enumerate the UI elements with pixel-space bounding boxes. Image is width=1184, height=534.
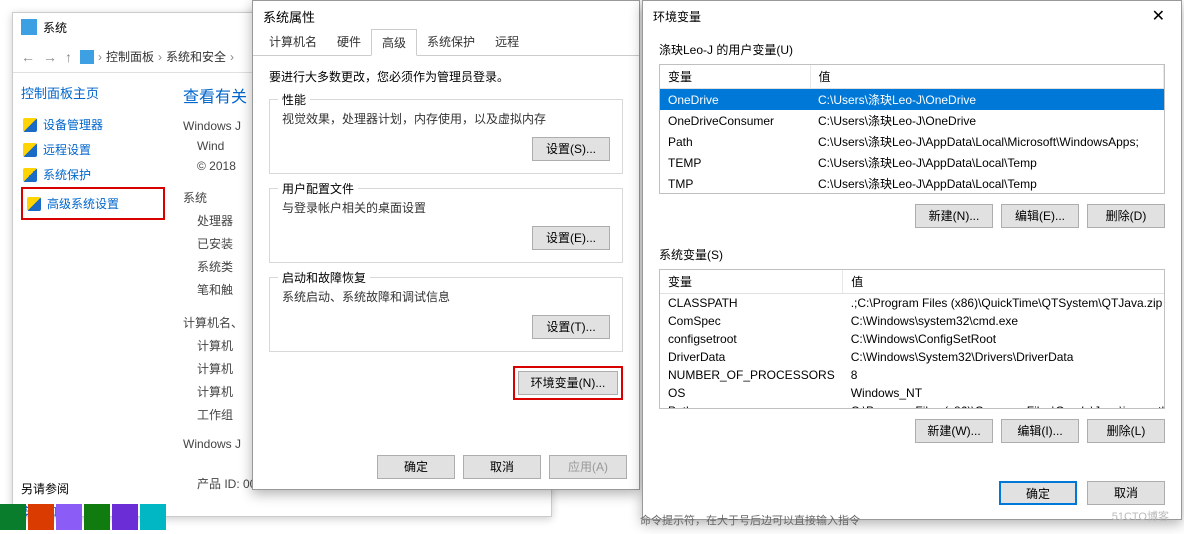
- table-row[interactable]: DriverDataC:\Windows\System32\Drivers\Dr…: [660, 348, 1165, 366]
- system-icon: [21, 19, 37, 35]
- dialog-title: 环境变量: [653, 8, 701, 25]
- table-row[interactable]: NUMBER_OF_PROCESSORS8: [660, 366, 1165, 384]
- tab-hardware[interactable]: 硬件: [327, 29, 371, 55]
- table-row[interactable]: CLASSPATH.;C:\Program Files (x86)\QuickT…: [660, 294, 1165, 313]
- startup-settings-button[interactable]: 设置(T)...: [532, 315, 610, 339]
- shield-icon: [23, 168, 37, 182]
- sidebar-item-device-manager[interactable]: 设备管理器: [21, 112, 165, 137]
- cancel-button[interactable]: 取消: [463, 455, 541, 479]
- highlight-annotation: 环境变量(N)...: [513, 366, 623, 400]
- system-variables-table[interactable]: 变量值 CLASSPATH.;C:\Program Files (x86)\Qu…: [659, 269, 1165, 409]
- window-title: 系统: [43, 19, 67, 36]
- taskbar-icon[interactable]: [0, 504, 26, 530]
- sidebar-item-advanced[interactable]: 高级系统设置: [25, 191, 161, 216]
- dialog-title[interactable]: 系统属性: [253, 1, 639, 29]
- breadcrumb-item[interactable]: 系统和安全: [166, 48, 226, 65]
- table-row[interactable]: OSWindows_NT: [660, 384, 1165, 402]
- sidebar: 控制面板主页 设备管理器 远程设置 系统保护 高级系统设置 另请参阅 安全和维护: [13, 73, 173, 534]
- table-row[interactable]: ComSpecC:\Windows\system32\cmd.exe: [660, 312, 1165, 330]
- table-row[interactable]: OneDriveConsumerC:\Users\涤玦Leo-J\OneDriv…: [660, 110, 1164, 131]
- close-icon[interactable]: ✕: [1146, 6, 1171, 26]
- shield-icon: [23, 143, 37, 157]
- system-properties-dialog: 系统属性 计算机名 硬件 高级 系统保护 远程 要进行大多数更改，您必须作为管理…: [252, 0, 640, 490]
- table-row[interactable]: TEMPC:\Users\涤玦Leo-J\AppData\Local\Temp: [660, 152, 1164, 173]
- taskbar-icon[interactable]: [84, 504, 110, 530]
- sys-edit-button[interactable]: 编辑(I)...: [1001, 419, 1079, 443]
- sidebar-item-protection[interactable]: 系统保护: [21, 162, 165, 187]
- tab-advanced[interactable]: 高级: [371, 29, 417, 56]
- ok-button[interactable]: 确定: [999, 481, 1077, 505]
- footnote: 命令提示符，在大于号后边可以直接输入指令: [640, 512, 860, 528]
- back-arrow-icon[interactable]: ←: [21, 49, 35, 65]
- forward-arrow-icon: →: [43, 49, 57, 65]
- tab-remote[interactable]: 远程: [485, 29, 529, 55]
- ok-button[interactable]: 确定: [377, 455, 455, 479]
- table-row[interactable]: PathC:\Users\涤玦Leo-J\AppData\Local\Micro…: [660, 131, 1164, 152]
- user-new-button[interactable]: 新建(N)...: [915, 204, 993, 228]
- tab-computer-name[interactable]: 计算机名: [259, 29, 327, 55]
- sidebar-title[interactable]: 控制面板主页: [21, 83, 165, 102]
- startup-recovery-group: 启动和故障恢复 系统启动、系统故障和调试信息 设置(T)...: [269, 277, 623, 352]
- table-row[interactable]: PathC:\Program Files (x86)\Common Files\…: [660, 402, 1165, 409]
- taskbar-icon[interactable]: [140, 504, 166, 530]
- admin-hint: 要进行大多数更改，您必须作为管理员登录。: [269, 68, 623, 85]
- up-arrow-icon[interactable]: ↑: [65, 49, 72, 65]
- sys-vars-label: 系统变量(S): [659, 246, 1165, 263]
- user-variables-table[interactable]: 变量值 OneDriveC:\Users\涤玦Leo-J\OneDriveOne…: [659, 64, 1165, 194]
- apply-button: 应用(A): [549, 455, 627, 479]
- tabs: 计算机名 硬件 高级 系统保护 远程: [253, 29, 639, 56]
- profile-settings-button[interactable]: 设置(E)...: [532, 226, 610, 250]
- table-row[interactable]: OneDriveC:\Users\涤玦Leo-J\OneDrive: [660, 89, 1164, 111]
- watermark: 51CTO博客: [1112, 508, 1169, 524]
- taskbar-icon[interactable]: [56, 504, 82, 530]
- breadcrumb-item[interactable]: 控制面板: [106, 48, 154, 65]
- taskbar-icon[interactable]: [112, 504, 138, 530]
- computer-icon: [80, 50, 94, 64]
- shield-icon: [27, 197, 41, 211]
- cancel-button[interactable]: 取消: [1087, 481, 1165, 505]
- sys-delete-button[interactable]: 删除(L): [1087, 419, 1165, 443]
- environment-variables-button[interactable]: 环境变量(N)...: [518, 371, 618, 395]
- table-row[interactable]: configsetrootC:\Windows\ConfigSetRoot: [660, 330, 1165, 348]
- breadcrumb[interactable]: › 控制面板 › 系统和安全 ›: [80, 48, 234, 65]
- user-vars-label: 涤玦Leo-J 的用户变量(U): [659, 41, 1165, 58]
- user-profile-group: 用户配置文件 与登录帐户相关的桌面设置 设置(E)...: [269, 188, 623, 263]
- tab-protection[interactable]: 系统保护: [417, 29, 485, 55]
- user-delete-button[interactable]: 删除(D): [1087, 204, 1165, 228]
- taskbar-icon[interactable]: [28, 504, 54, 530]
- sys-new-button[interactable]: 新建(W)...: [915, 419, 993, 443]
- highlight-annotation: 高级系统设置: [21, 187, 165, 220]
- environment-variables-dialog: 环境变量 ✕ 涤玦Leo-J 的用户变量(U) 变量值 OneDriveC:\U…: [642, 0, 1182, 520]
- table-row[interactable]: TMPC:\Users\涤玦Leo-J\AppData\Local\Temp: [660, 173, 1164, 194]
- dialog-titlebar[interactable]: 环境变量 ✕: [643, 1, 1181, 31]
- sidebar-item-remote[interactable]: 远程设置: [21, 137, 165, 162]
- performance-group: 性能 视觉效果，处理器计划，内存使用，以及虚拟内存 设置(S)...: [269, 99, 623, 174]
- see-also-heading: 另请参阅: [21, 480, 165, 497]
- user-edit-button[interactable]: 编辑(E)...: [1001, 204, 1079, 228]
- perf-settings-button[interactable]: 设置(S)...: [532, 137, 610, 161]
- shield-icon: [23, 118, 37, 132]
- taskbar[interactable]: [0, 504, 300, 530]
